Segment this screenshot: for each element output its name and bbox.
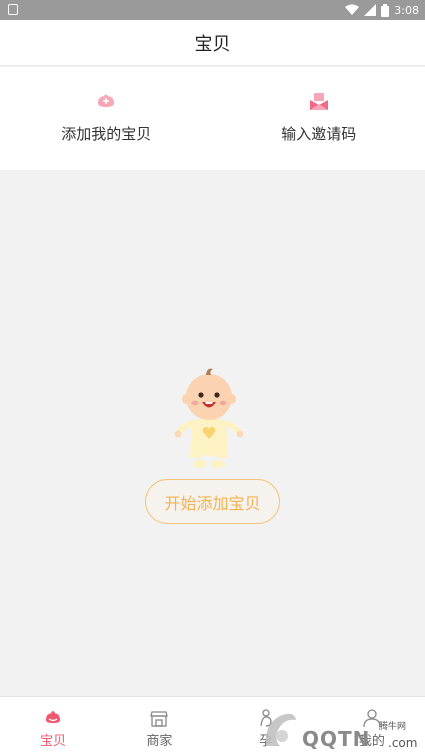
add-baby-button[interactable]: 添加我的宝贝	[0, 67, 213, 170]
invite-mail-icon	[309, 93, 328, 110]
status-icons: 3:08	[345, 2, 419, 18]
add-baby-label: 添加我的宝贝	[61, 125, 152, 143]
tab-label: 商家	[146, 734, 173, 749]
watermark-subtext: 腾牛网	[379, 722, 407, 732]
invite-code-label: 输入邀请码	[281, 125, 357, 143]
tab-shop[interactable]: 商家	[106, 697, 212, 756]
watermark-logo-icon	[265, 713, 296, 746]
status-bar: 3:08	[0, 0, 425, 20]
page-title: 宝贝	[194, 33, 231, 55]
tab-label: 宝贝	[40, 734, 67, 749]
baby-add-icon	[98, 94, 115, 107]
wifi-icon	[345, 4, 360, 15]
invite-code-button[interactable]: 输入邀请码	[213, 67, 425, 170]
baby-tab-icon	[46, 711, 61, 723]
tab-baby[interactable]: 宝贝	[0, 697, 106, 756]
sim-card-icon	[8, 4, 18, 15]
empty-state: 开始添加宝贝	[0, 170, 425, 696]
action-panel: 添加我的宝贝 输入邀请码	[0, 67, 425, 170]
watermark-text: QQTN	[302, 727, 371, 751]
baby-illustration	[174, 368, 244, 468]
battery-icon	[381, 3, 390, 17]
shop-tab-icon	[150, 711, 169, 727]
status-time: 3:08	[394, 3, 419, 17]
watermark: QQTN 腾牛网 .com	[258, 704, 425, 754]
watermark-suffix: .com	[388, 736, 418, 750]
header: 宝贝	[0, 20, 425, 66]
start-add-baby-button[interactable]: 开始添加宝贝	[145, 479, 280, 524]
signal-icon	[364, 4, 377, 16]
